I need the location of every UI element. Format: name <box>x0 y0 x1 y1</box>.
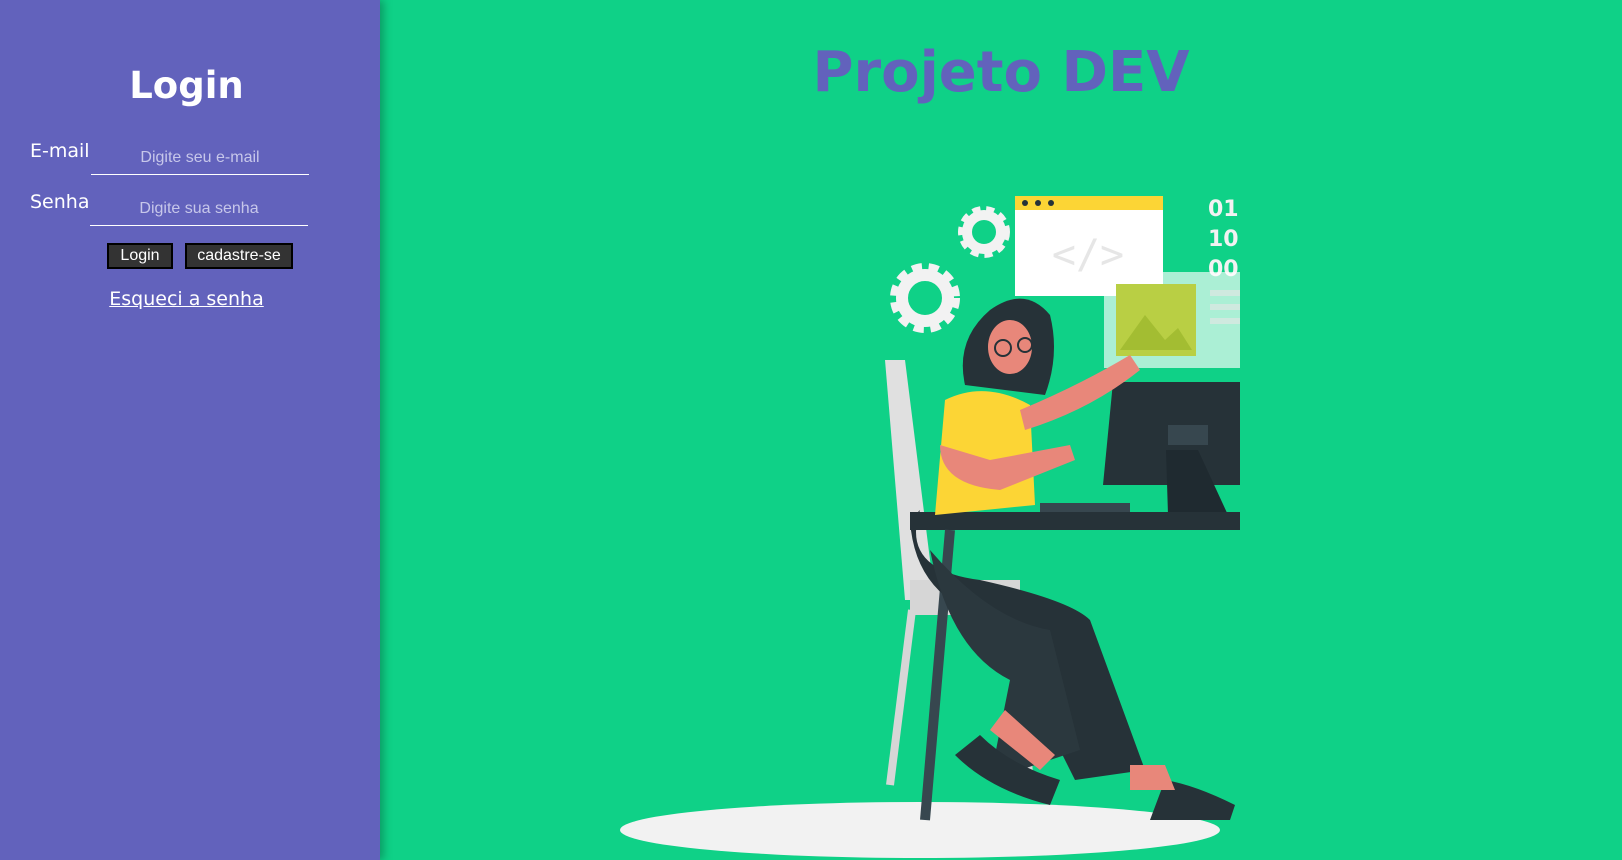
signup-button[interactable]: cadastre-se <box>185 243 293 269</box>
developer-illustration: </> 01110010 1010011 0010011 <box>620 196 1240 858</box>
gear-icon <box>890 263 960 333</box>
main-area: Projeto DEV </> 01110010 1010011 0010011 <box>380 0 1622 860</box>
password-label: Senha <box>30 191 90 213</box>
login-button[interactable]: Login <box>107 243 173 269</box>
email-label: E-mail <box>30 140 90 162</box>
project-title: Projeto DEV <box>812 40 1190 105</box>
developer-person <box>910 298 1235 820</box>
login-title: Login <box>129 64 244 107</box>
binary-line-1: 01110010 <box>1208 197 1240 222</box>
forgot-password-link[interactable]: Esqueci a senha <box>109 288 263 310</box>
floor-shadow <box>620 802 1220 858</box>
binary-line-2: 1010011 <box>1208 227 1240 252</box>
monitor <box>1103 382 1240 515</box>
gear-icon <box>958 206 1010 258</box>
password-field[interactable] <box>90 193 308 226</box>
code-tag-text: </> <box>1052 232 1124 278</box>
email-field[interactable] <box>91 142 309 175</box>
image-icon <box>1104 272 1240 368</box>
forgot-password-container: Esqueci a senha <box>0 288 373 310</box>
login-sidebar: Login E-mail Senha Login cadastre-se Esq… <box>0 0 380 860</box>
